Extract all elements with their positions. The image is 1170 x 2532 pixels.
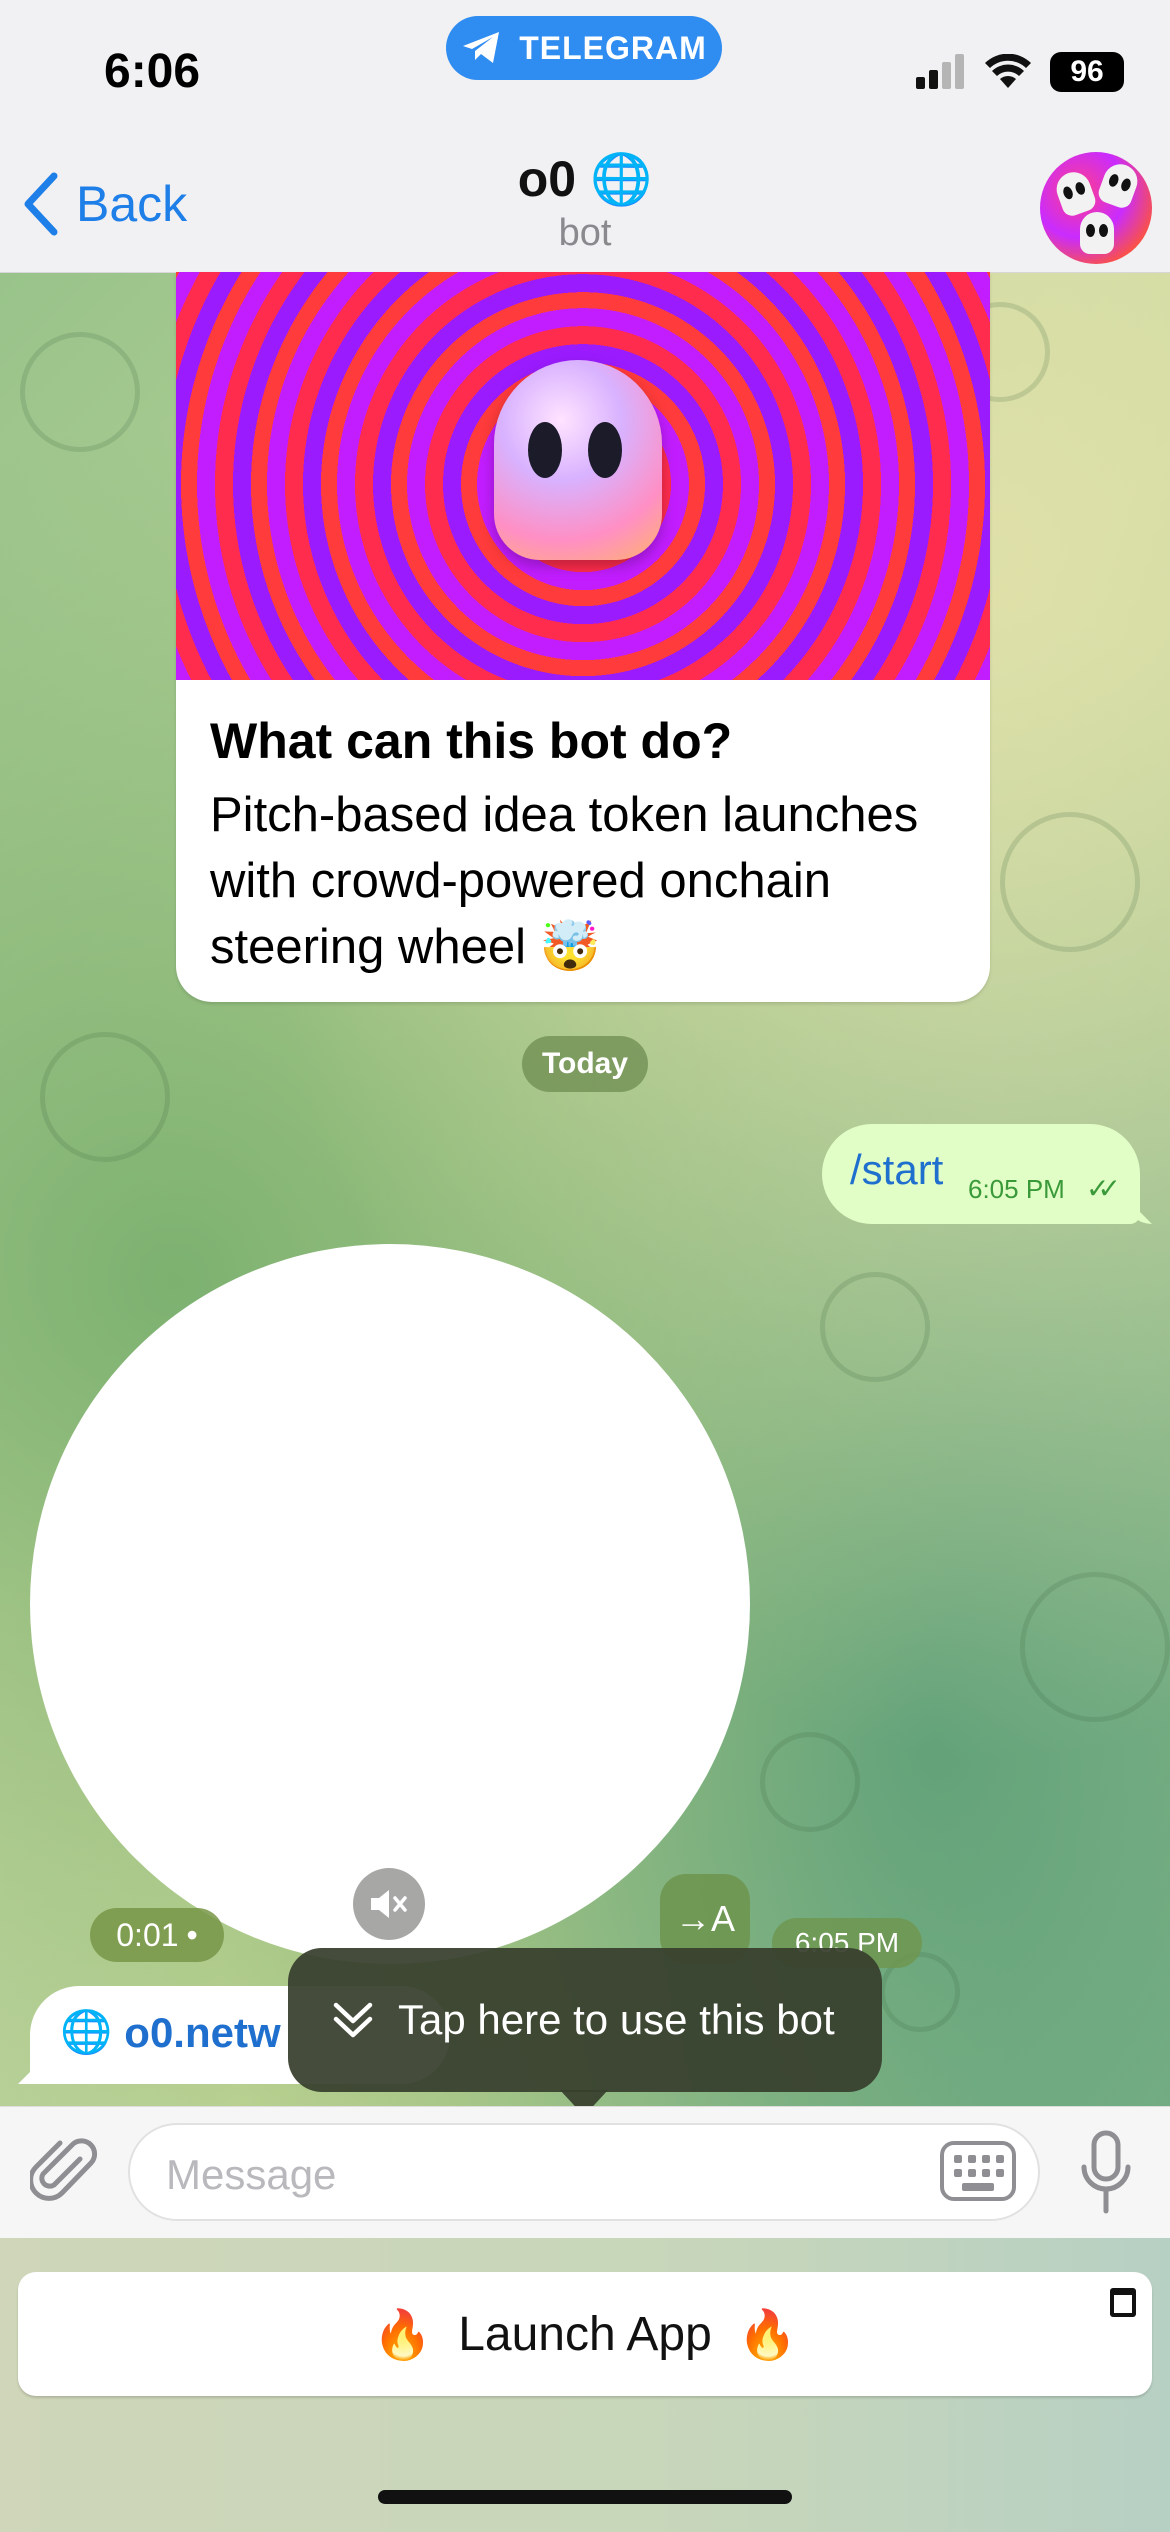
telegram-icon [463,32,500,63]
bot-keyboard-area: 🔥 Launch App 🔥 [0,2238,1170,2532]
paperclip-icon[interactable] [30,2137,102,2209]
message-composer: Message [0,2106,1170,2239]
bot-menu-tooltip[interactable]: Tap here to use this bot [288,1948,882,2116]
video-duration-badge: 0:01 • [90,1908,224,1962]
microphone-icon[interactable] [1078,2129,1134,2217]
globe-icon: 🌐 [60,2008,113,2055]
ghost-mascot-image [494,360,662,560]
wifi-icon [985,54,1031,88]
bot-keyboard-toggle-icon[interactable] [940,2141,1016,2201]
top-bar: 6:06 TELEGRAM 96 Back o0 🌐 bot [0,0,1170,273]
launch-app-button[interactable]: 🔥 Launch App 🔥 [18,2272,1152,2396]
message-placeholder: Message [166,2151,337,2198]
chevron-left-icon [24,172,58,236]
battery-indicator: 96 [1050,52,1124,92]
outgoing-message-text[interactable]: /start [850,1146,943,1194]
outgoing-message-time: 6:05 PM [968,1174,1065,1204]
video-duration: 0:01 [116,1916,179,1953]
intro-description: Pitch-based idea token launches with cro… [210,788,919,974]
date-divider: Today [522,1036,648,1092]
intro-heading: What can this bot do? [210,713,733,769]
tooltip-text: Tap here to use this bot [398,1996,835,2043]
outgoing-message[interactable]: /start 6:05 PM ✓✓ [822,1124,1140,1224]
cellular-signal-icon [916,54,964,89]
launch-app-label: Launch App [458,2307,712,2361]
unread-dot-icon: • [186,1916,198,1953]
round-video-message[interactable] [30,1244,750,1964]
double-check-icon: ✓✓ [1086,1173,1121,1204]
incoming-link-text[interactable]: o0.netw [124,2009,280,2057]
back-button[interactable]: Back [22,172,187,236]
bot-intro-card: What can this bot do? Pitch-based idea t… [176,272,990,1002]
bot-avatar[interactable] [1040,152,1152,264]
web-app-icon [1110,2288,1136,2317]
muted-speaker-icon[interactable] [353,1868,425,1940]
fire-icon: 🔥 [372,2308,433,2362]
fire-icon: 🔥 [737,2308,798,2362]
status-time: 6:06 [104,45,201,98]
chat-title[interactable]: o0 🌐 [385,150,785,209]
back-label: Back [76,176,188,232]
double-chevron-down-icon [333,2002,373,2038]
message-input[interactable]: Message [128,2123,1040,2221]
return-to-telegram-pill[interactable]: TELEGRAM [446,16,722,80]
app-pill-label: TELEGRAM [519,29,707,66]
bot-intro-image [176,272,990,680]
chat-subtitle: bot [558,212,612,254]
home-indicator[interactable] [378,2490,792,2504]
